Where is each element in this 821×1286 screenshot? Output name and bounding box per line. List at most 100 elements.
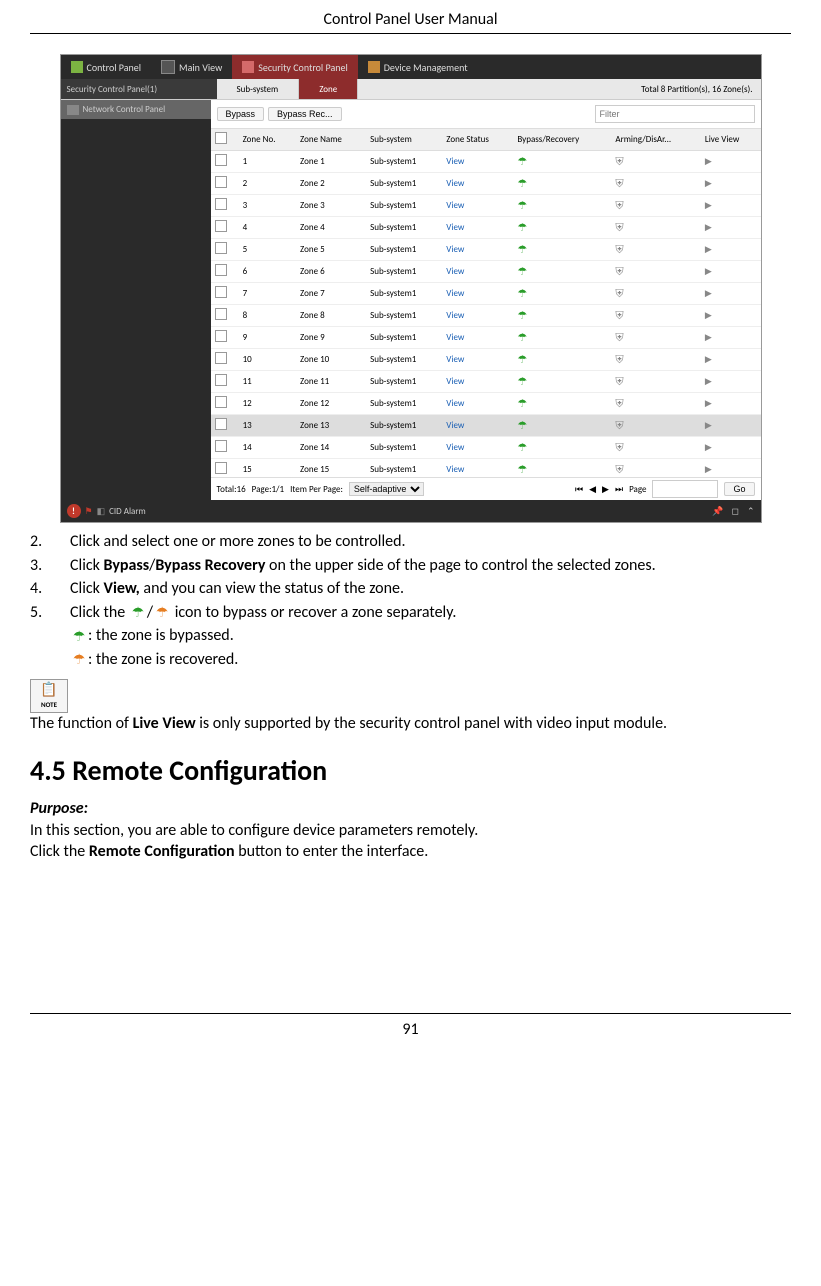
col-live-view[interactable]: Live View <box>701 129 761 151</box>
view-link[interactable]: View <box>446 376 464 387</box>
view-link[interactable]: View <box>446 156 464 167</box>
col-zone-status[interactable]: Zone Status <box>442 129 513 151</box>
status-flag-icon[interactable]: ⚑ <box>85 506 93 517</box>
view-link[interactable]: View <box>446 266 464 277</box>
umbrella-icon[interactable]: ☂ <box>517 353 527 366</box>
play-icon[interactable]: ▶ <box>705 354 712 365</box>
select-all-checkbox[interactable] <box>215 132 227 144</box>
table-row[interactable]: 6Zone 6Sub-system1View☂⛨▶ <box>211 261 761 283</box>
network-control-panel-item[interactable]: Network Control Panel <box>61 100 211 119</box>
col-arming[interactable]: Arming/DisAr... <box>611 129 701 151</box>
nav-control-panel[interactable]: Control Panel <box>61 55 152 79</box>
page-input[interactable] <box>652 480 718 498</box>
table-row[interactable]: 4Zone 4Sub-system1View☂⛨▶ <box>211 217 761 239</box>
shield-icon[interactable]: ⛨ <box>615 155 623 168</box>
umbrella-icon[interactable]: ☂ <box>517 155 527 168</box>
row-checkbox[interactable] <box>215 396 227 408</box>
pin-icon[interactable]: 📌 <box>712 506 723 517</box>
col-zone-name[interactable]: Zone Name <box>296 129 366 151</box>
view-link[interactable]: View <box>446 178 464 189</box>
umbrella-icon[interactable]: ☂ <box>517 221 527 234</box>
shield-icon[interactable]: ⛨ <box>615 177 623 190</box>
table-row[interactable]: 2Zone 2Sub-system1View☂⛨▶ <box>211 173 761 195</box>
play-icon[interactable]: ▶ <box>705 398 712 409</box>
row-checkbox[interactable] <box>215 308 227 320</box>
table-row[interactable]: 1Zone 1Sub-system1View☂⛨▶ <box>211 151 761 173</box>
row-checkbox[interactable] <box>215 220 227 232</box>
table-row[interactable]: 7Zone 7Sub-system1View☂⛨▶ <box>211 283 761 305</box>
table-row[interactable]: 3Zone 3Sub-system1View☂⛨▶ <box>211 195 761 217</box>
row-checkbox[interactable] <box>215 154 227 166</box>
col-zone-no[interactable]: Zone No. <box>239 129 296 151</box>
pager-last-icon[interactable]: ⏭ <box>615 484 623 495</box>
view-link[interactable]: View <box>446 464 464 475</box>
umbrella-icon[interactable]: ☂ <box>517 419 527 432</box>
view-link[interactable]: View <box>446 222 464 233</box>
bypass-recovery-button[interactable]: Bypass Rec... <box>268 107 342 121</box>
row-checkbox[interactable] <box>215 286 227 298</box>
per-page-select[interactable]: Self-adaptive <box>349 482 424 496</box>
row-checkbox[interactable] <box>215 242 227 254</box>
table-row[interactable]: 12Zone 12Sub-system1View☂⛨▶ <box>211 393 761 415</box>
umbrella-icon[interactable]: ☂ <box>517 397 527 410</box>
tab-sub-system[interactable]: Sub-system <box>217 79 300 99</box>
row-checkbox[interactable] <box>215 418 227 430</box>
umbrella-icon[interactable]: ☂ <box>517 243 527 256</box>
table-row[interactable]: 5Zone 5Sub-system1View☂⛨▶ <box>211 239 761 261</box>
shield-icon[interactable]: ⛨ <box>615 397 623 410</box>
table-row[interactable]: 13Zone 13Sub-system1View☂⛨▶ <box>211 415 761 437</box>
play-icon[interactable]: ▶ <box>705 222 712 233</box>
shield-icon[interactable]: ⛨ <box>615 287 623 300</box>
nav-device-management[interactable]: Device Management <box>358 55 478 79</box>
shield-icon[interactable]: ⛨ <box>615 331 623 344</box>
bypass-button[interactable]: Bypass <box>217 107 265 121</box>
play-icon[interactable]: ▶ <box>705 244 712 255</box>
table-row[interactable]: 8Zone 8Sub-system1View☂⛨▶ <box>211 305 761 327</box>
play-icon[interactable]: ▶ <box>705 200 712 211</box>
play-icon[interactable]: ▶ <box>705 288 712 299</box>
pager-first-icon[interactable]: ⏮ <box>575 484 583 495</box>
play-icon[interactable]: ▶ <box>705 464 712 475</box>
row-checkbox[interactable] <box>215 176 227 188</box>
tab-zone[interactable]: Zone <box>299 79 358 99</box>
view-link[interactable]: View <box>446 332 464 343</box>
shield-icon[interactable]: ⛨ <box>615 309 623 322</box>
shield-icon[interactable]: ⛨ <box>615 243 623 256</box>
play-icon[interactable]: ▶ <box>705 266 712 277</box>
view-link[interactable]: View <box>446 420 464 431</box>
row-checkbox[interactable] <box>215 330 227 342</box>
shield-icon[interactable]: ⛨ <box>615 265 623 278</box>
collapse-icon[interactable]: ⌃ <box>747 506 755 517</box>
shield-icon[interactable]: ⛨ <box>615 199 623 212</box>
view-link[interactable]: View <box>446 200 464 211</box>
umbrella-icon[interactable]: ☂ <box>517 177 527 190</box>
umbrella-icon[interactable]: ☂ <box>517 265 527 278</box>
status-doc-icon[interactable]: ◧ <box>97 506 106 517</box>
view-link[interactable]: View <box>446 310 464 321</box>
play-icon[interactable]: ▶ <box>705 442 712 453</box>
shield-icon[interactable]: ⛨ <box>615 463 623 476</box>
row-checkbox[interactable] <box>215 462 227 474</box>
table-row[interactable]: 9Zone 9Sub-system1View☂⛨▶ <box>211 327 761 349</box>
umbrella-icon[interactable]: ☂ <box>517 199 527 212</box>
col-bypass[interactable]: Bypass/Recovery <box>513 129 611 151</box>
view-link[interactable]: View <box>446 244 464 255</box>
table-row[interactable]: 15Zone 15Sub-system1View☂⛨▶ <box>211 459 761 478</box>
view-link[interactable]: View <box>446 288 464 299</box>
nav-security-control-panel[interactable]: Security Control Panel <box>232 55 358 79</box>
go-button[interactable]: Go <box>724 482 754 496</box>
col-sub-system[interactable]: Sub-system <box>366 129 442 151</box>
shield-icon[interactable]: ⛨ <box>615 353 623 366</box>
table-row[interactable]: 11Zone 11Sub-system1View☂⛨▶ <box>211 371 761 393</box>
row-checkbox[interactable] <box>215 352 227 364</box>
umbrella-icon[interactable]: ☂ <box>517 309 527 322</box>
play-icon[interactable]: ▶ <box>705 156 712 167</box>
umbrella-icon[interactable]: ☂ <box>517 331 527 344</box>
play-icon[interactable]: ▶ <box>705 332 712 343</box>
row-checkbox[interactable] <box>215 440 227 452</box>
shield-icon[interactable]: ⛨ <box>615 441 623 454</box>
table-row[interactable]: 14Zone 14Sub-system1View☂⛨▶ <box>211 437 761 459</box>
view-link[interactable]: View <box>446 354 464 365</box>
window-icon[interactable]: ◻ <box>731 506 738 517</box>
table-row[interactable]: 10Zone 10Sub-system1View☂⛨▶ <box>211 349 761 371</box>
